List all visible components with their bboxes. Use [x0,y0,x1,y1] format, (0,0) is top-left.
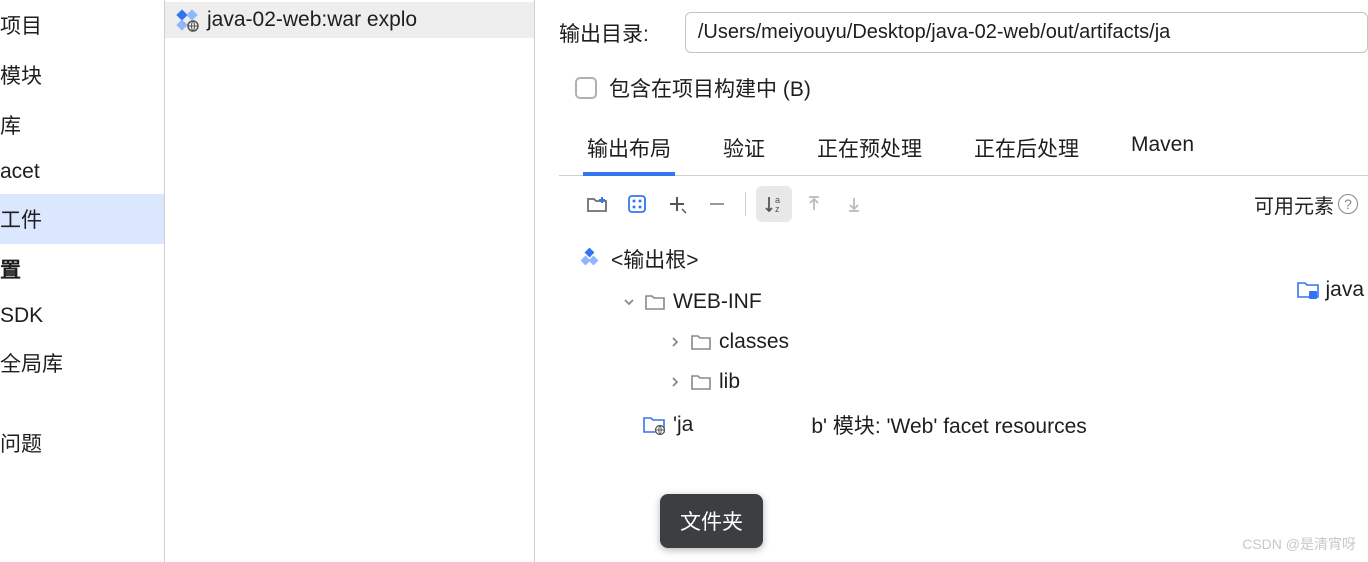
tree-module-suffix: b' 模块: 'Web' facet resources [811,410,1086,440]
tree-root-label: <输出根> [611,244,699,274]
sidebar-item-modules[interactable]: 模块 [0,50,164,100]
move-down-button[interactable] [836,186,872,222]
include-build-label: 包含在项目构建中 (B) [609,73,811,103]
output-dir-input[interactable]: /Users/meiyouyu/Desktop/java-02-web/out/… [685,12,1368,53]
chevron-right-icon [667,376,683,388]
sidebar-item-libraries[interactable]: 库 [0,100,164,150]
tree-classes[interactable]: classes [581,322,1368,362]
tree-classes-label: classes [719,330,789,354]
artifact-list: java-02-web:war explo [165,0,535,562]
available-item[interactable]: java [1297,270,1364,310]
content-panel: 输出目录: /Users/meiyouyu/Desktop/java-02-we… [535,0,1368,562]
folder-icon [645,293,665,311]
new-folder-button[interactable] [579,186,615,222]
sidebar-item-facets[interactable]: acet [0,150,164,194]
tree-module-prefix: 'ja [673,413,693,437]
add-button[interactable] [659,186,695,222]
include-build-checkbox[interactable] [575,77,597,99]
output-dir-label: 输出目录: [559,18,649,48]
move-up-button[interactable] [796,186,832,222]
sidebar-item-global-libs[interactable]: 全局库 [0,338,164,388]
tab-output-layout[interactable]: 输出布局 [583,123,675,175]
svg-text:z: z [775,204,780,214]
tab-preprocessing[interactable]: 正在预处理 [813,123,926,175]
available-item-label: java [1325,278,1364,302]
help-icon[interactable]: ? [1338,194,1358,214]
chevron-down-icon [621,296,637,308]
sidebar-item-artifacts[interactable]: 工件 [0,194,164,244]
sidebar-item-sdk[interactable]: SDK [0,294,164,338]
sidebar-item-problems[interactable]: 问题 [0,418,164,468]
folder-icon [691,333,711,351]
tabs: 输出布局 验证 正在预处理 正在后处理 Maven [559,123,1368,176]
tab-maven[interactable]: Maven [1127,123,1198,175]
folder-icon [691,373,711,391]
grid-button[interactable] [619,186,655,222]
tree-module-resources[interactable]: 'ja b' 模块: 'Web' facet resources [581,402,1368,448]
tree-lib[interactable]: lib [581,362,1368,402]
artifact-name: java-02-web:war explo [207,8,417,32]
tree-webinf-label: WEB-INF [673,290,762,314]
tree-webinf[interactable]: WEB-INF [581,282,1368,322]
tooltip: 文件夹 [660,494,763,548]
remove-button[interactable] [699,186,735,222]
output-tree: <输出根> WEB-INF classes [559,232,1368,448]
tree-lib-label: lib [719,370,740,394]
tab-validation[interactable]: 验证 [719,123,769,175]
layout-toolbar: az 可用元素 ? [559,176,1368,232]
sidebar-item-settings[interactable]: 置 [0,244,164,294]
module-folder-icon [1297,280,1319,300]
tree-root[interactable]: <输出根> [581,236,1368,282]
root-icon [581,248,603,270]
artifact-list-item[interactable]: java-02-web:war explo [165,2,534,38]
web-module-icon [643,415,665,435]
sidebar-item-project[interactable]: 项目 [0,0,164,50]
sort-button[interactable]: az [756,186,792,222]
chevron-right-icon [667,336,683,348]
available-elements-label: 可用元素 [1254,190,1334,219]
tab-postprocessing[interactable]: 正在后处理 [970,123,1083,175]
watermark: CSDN @是清宵呀 [1242,534,1356,554]
available-elements-panel: java [1297,270,1368,310]
web-artifact-icon [175,8,199,32]
sidebar: 项目 模块 库 acet 工件 置 SDK 全局库 问题 [0,0,165,562]
